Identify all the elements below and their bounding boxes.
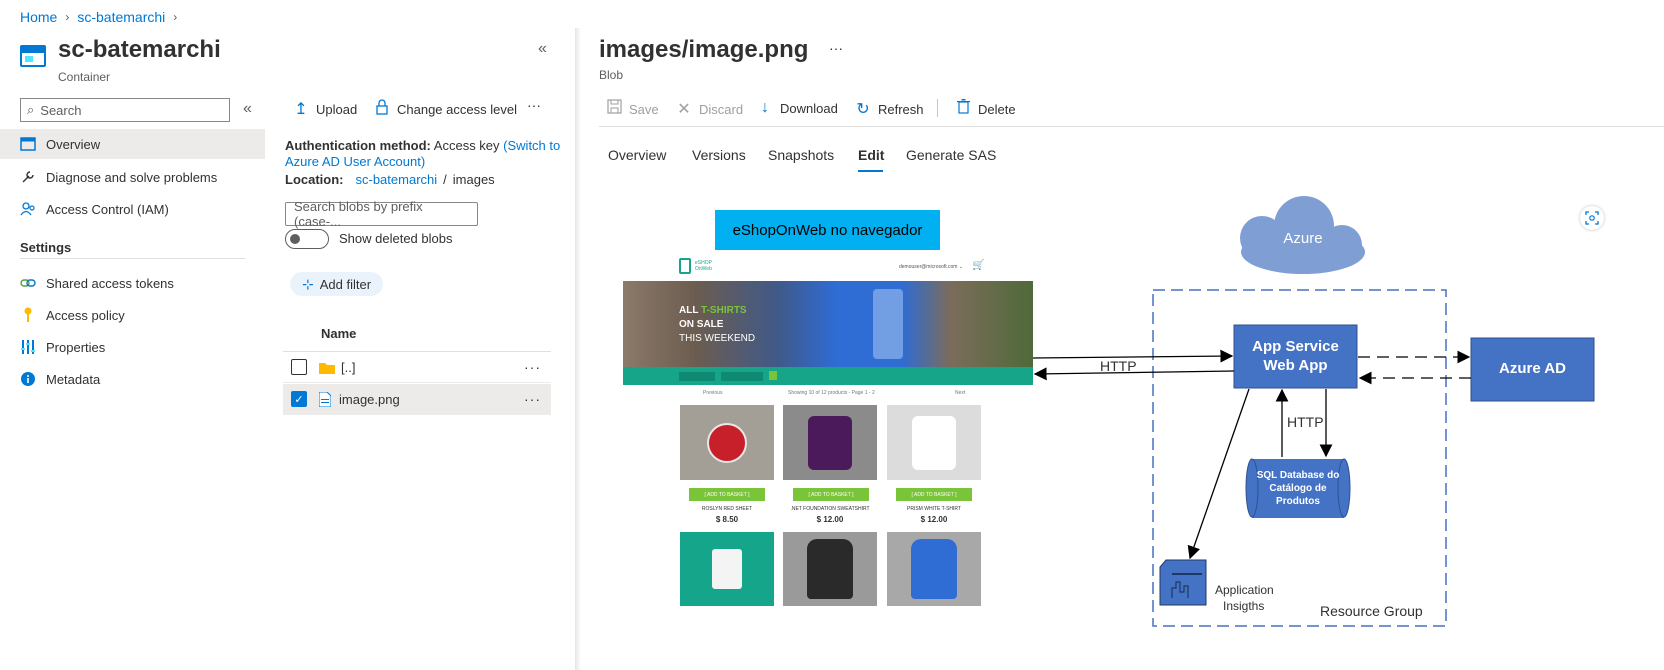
azure-cloud-label: Azure bbox=[1283, 230, 1323, 247]
azure-ad-label: Azure AD bbox=[1499, 360, 1566, 377]
app-insights-label: Application Insigths bbox=[1215, 583, 1274, 613]
resource-group-label: Resource Group bbox=[1320, 603, 1423, 619]
http-label-db: HTTP bbox=[1287, 414, 1324, 430]
http-label-main: HTTP bbox=[1100, 358, 1137, 374]
architecture-diagram bbox=[1032, 196, 1595, 627]
app-insights-icon bbox=[1159, 559, 1207, 606]
arrow-to-insights bbox=[1187, 388, 1250, 560]
sql-db-label: SQL Database do Catálogo de Produtos bbox=[1256, 470, 1340, 507]
app-service-label: App Service Web App bbox=[1252, 338, 1339, 374]
